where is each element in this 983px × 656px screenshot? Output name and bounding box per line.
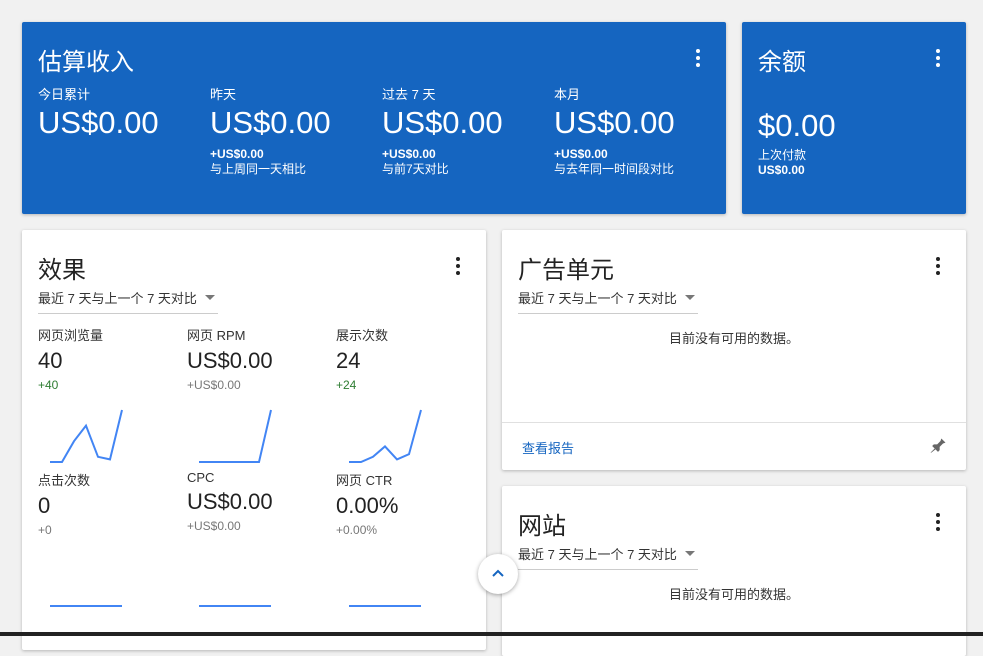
- dropdown-caret-icon: [684, 551, 695, 556]
- metric-value: 0.00%: [336, 493, 399, 518]
- metric-value: 40: [38, 348, 63, 373]
- sites-empty-message: 目前没有可用的数据。: [668, 587, 799, 602]
- metric-delta: +US$0.00: [187, 378, 241, 392]
- earnings-last7-delta: +US$0.00: [382, 147, 436, 161]
- earnings-today: 今日累计 US$0.00: [38, 84, 203, 141]
- dropdown-caret-icon: [684, 295, 695, 300]
- earnings-month-label: 本月: [554, 87, 581, 102]
- metric-label: 点击次数: [38, 473, 91, 488]
- earnings-yesterday-delta: +US$0.00: [210, 147, 264, 161]
- pin-icon[interactable]: [928, 436, 948, 456]
- metric-value: US$0.00: [187, 348, 273, 373]
- metric-label: 网页 CTR: [336, 473, 393, 488]
- sparkline-page-ctr: [349, 605, 421, 607]
- metric-clicks: 点击次数 0 +0: [38, 470, 178, 537]
- performance-title: 效果: [38, 257, 86, 284]
- estimated-earnings-card: 估算收入 今日累计 US$0.00 昨天 US$0.00 +US$0.00 与上…: [22, 22, 726, 214]
- metric-value: 24: [336, 348, 361, 373]
- sites-card: 网站 最近 7 天与上一个 7 天对比 目前没有可用的数据。: [502, 486, 966, 656]
- earnings-yesterday: 昨天 US$0.00 +US$0.00 与上周同一天相比: [210, 84, 375, 177]
- balance-value: $0.00: [758, 108, 836, 143]
- earnings-month: 本月 US$0.00 +US$0.00 与去年同一时间段对比: [554, 84, 719, 177]
- earnings-yesterday-compare: 与上周同一天相比: [210, 162, 307, 176]
- metric-cpc: CPC US$0.00 +US$0.00: [187, 470, 327, 533]
- metric-impressions: 展示次数 24 +24: [336, 325, 476, 392]
- earnings-month-compare: 与去年同一时间段对比: [554, 162, 675, 176]
- more-vert-icon[interactable]: [926, 46, 950, 70]
- estimated-earnings-title: 估算收入: [38, 49, 134, 76]
- earnings-today-label: 今日累计: [38, 87, 91, 102]
- metric-delta: +24: [336, 378, 357, 392]
- ad-units-title: 广告单元: [518, 257, 614, 284]
- sparkline-page-rpm: [199, 409, 272, 463]
- earnings-yesterday-value: US$0.00: [210, 105, 331, 140]
- sparkline-cpc: [199, 605, 271, 607]
- more-vert-icon[interactable]: [446, 254, 470, 278]
- sparkline-impressions: [349, 409, 422, 463]
- metric-page-rpm: 网页 RPM US$0.00 +US$0.00: [187, 325, 327, 392]
- sparkline-pageviews: [50, 409, 123, 463]
- metric-label: CPC: [187, 470, 215, 485]
- metric-value: US$0.00: [187, 489, 273, 514]
- more-vert-icon[interactable]: [926, 510, 950, 534]
- earnings-last7-value: US$0.00: [382, 105, 503, 140]
- scroll-up-button[interactable]: [478, 554, 518, 594]
- more-vert-icon[interactable]: [926, 254, 950, 278]
- ad-units-empty-message: 目前没有可用的数据。: [668, 331, 799, 346]
- earnings-today-value: US$0.00: [38, 105, 159, 140]
- last-payment-value: US$0.00: [758, 163, 805, 177]
- sites-period-label: 最近 7 天与上一个 7 天对比: [518, 547, 677, 562]
- earnings-last7: 过去 7 天 US$0.00 +US$0.00 与前7天对比: [382, 84, 547, 177]
- performance-card: 效果 最近 7 天与上一个 7 天对比 网页浏览量 40 +40 网页 RPM …: [22, 230, 486, 650]
- sites-title: 网站: [518, 513, 566, 540]
- ad-units-period-label: 最近 7 天与上一个 7 天对比: [518, 291, 677, 306]
- sites-period-select[interactable]: 最近 7 天与上一个 7 天对比: [518, 544, 698, 570]
- sparkline-series: [199, 409, 272, 463]
- dropdown-caret-icon: [204, 295, 215, 300]
- sparkline-series: [349, 409, 422, 463]
- metric-label: 展示次数: [336, 328, 389, 343]
- window-bottom-edge: [0, 632, 983, 636]
- metric-delta: +0: [38, 523, 52, 537]
- earnings-last7-compare: 与前7天对比: [382, 162, 449, 176]
- earnings-yesterday-label: 昨天: [210, 87, 237, 102]
- metric-value: 0: [38, 493, 51, 518]
- metric-delta: +0.00%: [336, 523, 378, 537]
- metric-label: 网页浏览量: [38, 328, 104, 343]
- metric-delta: +US$0.00: [187, 519, 241, 533]
- metric-delta: +40: [38, 378, 59, 392]
- performance-period-select[interactable]: 最近 7 天与上一个 7 天对比: [38, 288, 218, 314]
- performance-period-label: 最近 7 天与上一个 7 天对比: [38, 291, 197, 306]
- earnings-month-value: US$0.00: [554, 105, 675, 140]
- last-payment-label: 上次付款: [758, 148, 807, 162]
- earnings-last7-label: 过去 7 天: [382, 87, 436, 102]
- ad-units-period-select[interactable]: 最近 7 天与上一个 7 天对比: [518, 288, 698, 314]
- metric-page-ctr: 网页 CTR 0.00% +0.00%: [336, 470, 476, 537]
- sparkline-series: [50, 409, 123, 463]
- metric-label: 网页 RPM: [187, 328, 246, 343]
- chevron-up-icon: [492, 569, 504, 577]
- view-report-link[interactable]: 查看报告: [522, 438, 574, 457]
- more-vert-icon[interactable]: [686, 46, 710, 70]
- ad-units-card: 广告单元 最近 7 天与上一个 7 天对比 目前没有可用的数据。 查看报告: [502, 230, 966, 470]
- earnings-month-delta: +US$0.00: [554, 147, 608, 161]
- balance-card: 余额 $0.00 上次付款 US$0.00: [742, 22, 966, 214]
- sparkline-clicks: [50, 605, 122, 607]
- balance-title: 余额: [758, 49, 806, 76]
- metric-pageviews: 网页浏览量 40 +40: [38, 325, 178, 392]
